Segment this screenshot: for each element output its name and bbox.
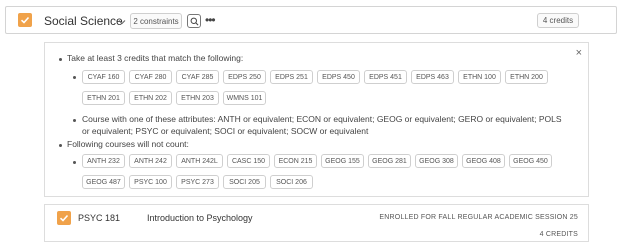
more-options-button[interactable]: ••• <box>205 13 216 27</box>
excluded-course-chip[interactable]: PSYC 273 <box>176 175 219 189</box>
requirement-title: Social Science <box>44 14 123 28</box>
requirement-checkbox[interactable] <box>18 13 32 27</box>
chevron-down-icon[interactable] <box>118 18 126 26</box>
excluded-course-chip[interactable]: SOCI 205 <box>223 175 266 189</box>
course-chip[interactable]: ETHN 203 <box>176 91 219 105</box>
close-icon[interactable]: × <box>576 47 582 59</box>
course-chip[interactable]: EDPS 451 <box>364 70 407 84</box>
attributes-line-2: or equivalent; PSYC or equivalent; SOCI … <box>82 126 369 136</box>
course-status: ENROLLED FOR FALL REGULAR ACADEMIC SESSI… <box>379 214 578 221</box>
course-chip[interactable]: ETHN 100 <box>458 70 501 84</box>
course-chip[interactable]: EDPS 250 <box>223 70 266 84</box>
course-chip[interactable]: EDPS 450 <box>317 70 360 84</box>
course-chip[interactable]: CYAF 160 <box>82 70 125 84</box>
excluded-course-chip[interactable]: ANTH 242L <box>176 154 223 168</box>
constraint-intro: Take at least 3 credits that match the f… <box>67 53 244 63</box>
course-code: PSYC 181 <box>78 213 121 223</box>
course-chip[interactable]: EDPS 251 <box>270 70 313 84</box>
excluded-course-chip[interactable]: GEOG 308 <box>415 154 458 168</box>
excluded-course-chip[interactable]: GEOG 155 <box>321 154 364 168</box>
course-credits: 4 CREDITS <box>539 231 578 238</box>
course-chip[interactable]: CYAF 280 <box>129 70 172 84</box>
excluded-course-chip[interactable]: GEOG 487 <box>82 175 125 189</box>
attributes-line-1: Course with one of these attributes: ANT… <box>82 114 562 124</box>
excluded-course-chip[interactable]: PSYC 100 <box>129 175 172 189</box>
course-chip[interactable]: ETHN 200 <box>505 70 548 84</box>
requirement-header[interactable]: Social Science 2 constraints ••• 4 credi… <box>5 6 617 34</box>
credits-badge: 4 credits <box>537 13 579 28</box>
excluded-course-chip[interactable]: ANTH 232 <box>82 154 125 168</box>
excluded-course-chip[interactable]: CASC 150 <box>227 154 270 168</box>
course-chip[interactable]: ETHN 201 <box>82 91 125 105</box>
check-icon <box>20 16 30 24</box>
constraints-badge[interactable]: 2 constraints <box>130 13 182 29</box>
course-row[interactable]: PSYC 181 Introduction to Psychology ENRO… <box>44 204 589 242</box>
check-icon <box>59 214 69 222</box>
course-chip[interactable]: ETHN 202 <box>129 91 172 105</box>
excluded-course-chip[interactable]: ANTH 242 <box>129 154 172 168</box>
course-chip[interactable]: CYAF 285 <box>176 70 219 84</box>
bullet <box>73 76 76 79</box>
course-chip[interactable]: EDPS 463 <box>411 70 454 84</box>
excluded-course-chip[interactable]: ECON 215 <box>274 154 317 168</box>
constraints-panel: × Take at least 3 credits that match the… <box>44 42 589 197</box>
excluded-intro: Following courses will not count: <box>67 139 189 149</box>
excluded-course-chip[interactable]: GEOG 408 <box>462 154 505 168</box>
course-chip[interactable]: WMNS 101 <box>223 91 266 105</box>
course-checkbox[interactable] <box>57 211 71 225</box>
search-icon <box>190 17 198 25</box>
excluded-course-chip[interactable]: SOCI 206 <box>270 175 313 189</box>
search-button[interactable] <box>187 14 201 28</box>
bullet <box>73 119 76 122</box>
course-name: Introduction to Psychology <box>147 213 253 223</box>
excluded-course-chip[interactable]: GEOG 450 <box>509 154 552 168</box>
excluded-course-chip[interactable]: GEOG 281 <box>368 154 411 168</box>
bullet <box>59 58 62 61</box>
bullet <box>73 161 76 164</box>
bullet <box>59 144 62 147</box>
